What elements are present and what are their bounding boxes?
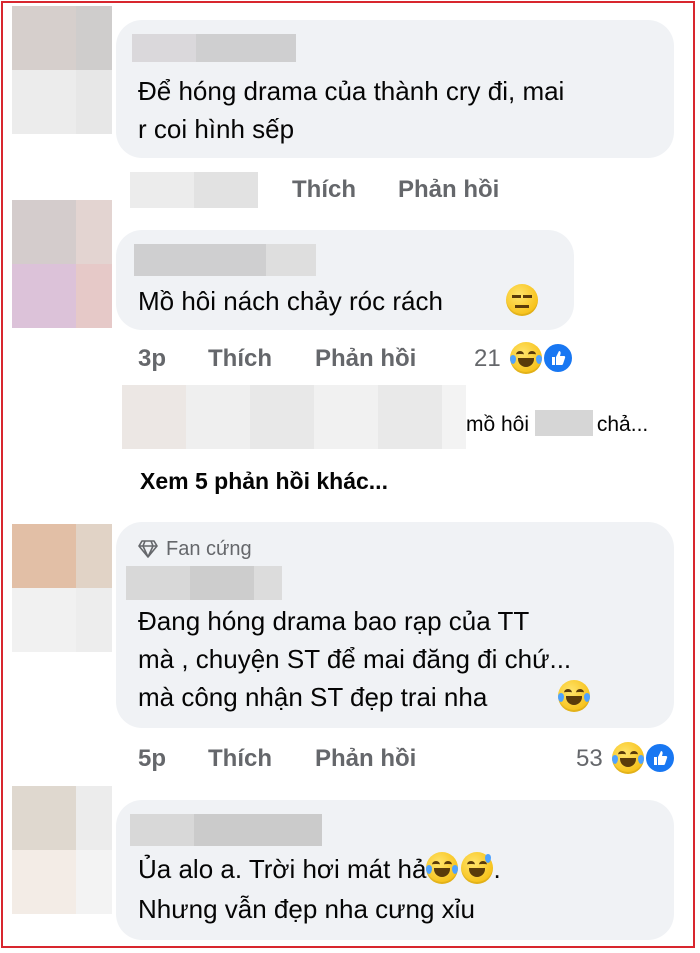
badge-label: Fan cứng xyxy=(166,538,252,560)
see-more-replies-link[interactable]: Xem 5 phản hồi khác... xyxy=(140,468,388,495)
commenter-name-blurred[interactable] xyxy=(132,34,196,62)
reply-action[interactable]: Phản hồi xyxy=(315,745,416,773)
commenter-name-blurred[interactable] xyxy=(134,244,266,276)
reaction-count[interactable]: 53 xyxy=(576,745,603,773)
comment-bubble: Mồ hôi nách chảy róc rách xyxy=(116,230,574,330)
laughing-tears-emoji-icon xyxy=(510,342,542,374)
reply-preview[interactable]: mồ hôi chả... xyxy=(466,410,648,437)
comment-text: Mồ hôi nách chảy róc rách xyxy=(138,286,443,316)
avatar[interactable] xyxy=(12,786,112,914)
commenter-name-blurred[interactable] xyxy=(130,814,194,846)
expressionless-emoji-icon xyxy=(506,284,538,316)
like-reaction-icon xyxy=(644,742,676,774)
reply-action[interactable]: Phản hồi xyxy=(315,345,416,373)
comment-text: mà , chuyện ST để mai đăng đi chứ... xyxy=(138,644,572,674)
comment-time[interactable]: 5p xyxy=(138,745,166,773)
like-action[interactable]: Thích xyxy=(208,745,272,773)
reply-avatar-blurred[interactable] xyxy=(122,385,186,449)
like-action[interactable]: Thích xyxy=(208,345,272,373)
reply-action[interactable]: Phản hồi xyxy=(398,176,499,204)
reply-preview-text-end: chả... xyxy=(596,413,649,436)
comment-bubble: Để hóng drama của thành cry đi, mai r co… xyxy=(116,20,674,158)
reply-preview-blurred xyxy=(534,410,593,436)
comment-text: Nhưng vẫn đẹp nha cưng xỉu xyxy=(138,894,475,924)
reaction-count[interactable]: 21 xyxy=(474,345,501,373)
commenter-name-blurred[interactable] xyxy=(126,566,190,600)
diamond-icon xyxy=(138,540,158,563)
comment-bubble: Fan cứng Đang hóng drama bao rạp của TT … xyxy=(116,522,674,728)
comment-text-line: Ủa alo a. Trời hơi mát hả xyxy=(138,854,427,884)
comment-text-line-end: . xyxy=(493,854,501,884)
laughing-tears-emoji-icon xyxy=(612,742,644,774)
like-action[interactable]: Thích xyxy=(292,176,356,204)
comment-text: r coi hình sếp xyxy=(138,114,295,144)
sweat-smile-emoji-icon xyxy=(461,852,494,884)
avatar[interactable] xyxy=(12,524,112,652)
comment-text: mà công nhận ST đẹp trai nha xyxy=(138,682,488,712)
comment-text: Ủa alo a. Trời hơi mát hả . xyxy=(138,850,501,888)
avatar[interactable] xyxy=(12,6,112,134)
like-reaction-icon xyxy=(542,342,574,374)
comment-time[interactable]: 3p xyxy=(138,345,166,373)
laughing-tears-emoji-icon xyxy=(426,852,459,884)
avatar[interactable] xyxy=(12,200,112,328)
timestamp-blurred xyxy=(130,172,194,208)
laughing-tears-emoji-icon xyxy=(558,680,590,712)
reply-preview-text: mồ hôi xyxy=(466,413,535,436)
comment-bubble: Ủa alo a. Trời hơi mát hả . Nhưng vẫn đẹ… xyxy=(116,800,674,940)
comment-text: Để hóng drama của thành cry đi, mai xyxy=(138,76,565,106)
comment-text: Đang hóng drama bao rạp của TT xyxy=(138,606,530,636)
